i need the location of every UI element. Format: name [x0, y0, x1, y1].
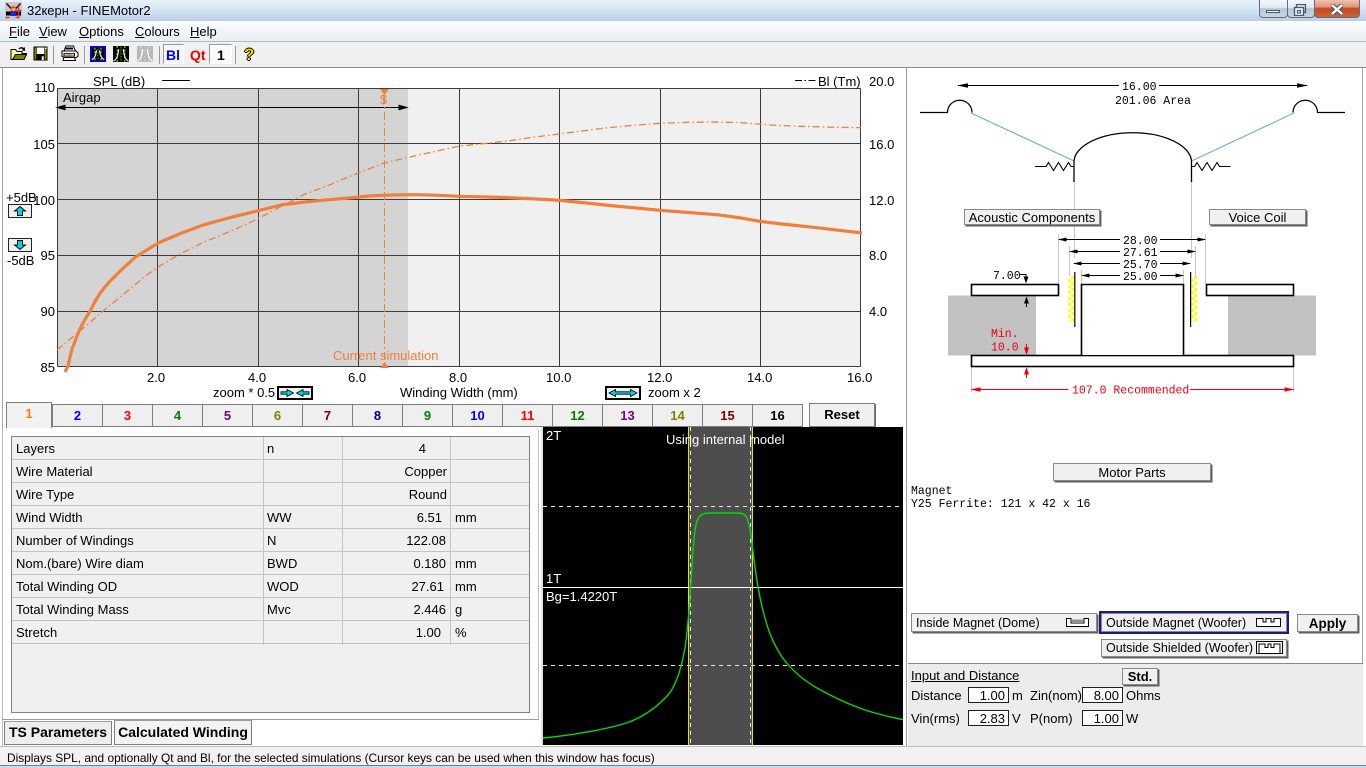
svg-text:2T: 2T — [546, 428, 561, 443]
svg-text:Using internal model: Using internal model — [666, 432, 785, 447]
svg-text:107.0 Recommended: 107.0 Recommended — [1072, 385, 1189, 398]
svg-text:Bg=1.4220T: Bg=1.4220T — [546, 589, 617, 604]
svg-text:201.06 Area: 201.06 Area — [1115, 95, 1191, 108]
svg-text:10.0: 10.0 — [991, 342, 1019, 355]
svg-text:$: $ — [380, 92, 388, 107]
svg-text:Min.: Min. — [991, 328, 1019, 341]
svg-text:1T: 1T — [546, 571, 561, 586]
svg-text:16.00: 16.00 — [1122, 81, 1157, 94]
svg-text:7.00: 7.00 — [993, 270, 1021, 283]
svg-text:25.00: 25.00 — [1123, 271, 1158, 284]
